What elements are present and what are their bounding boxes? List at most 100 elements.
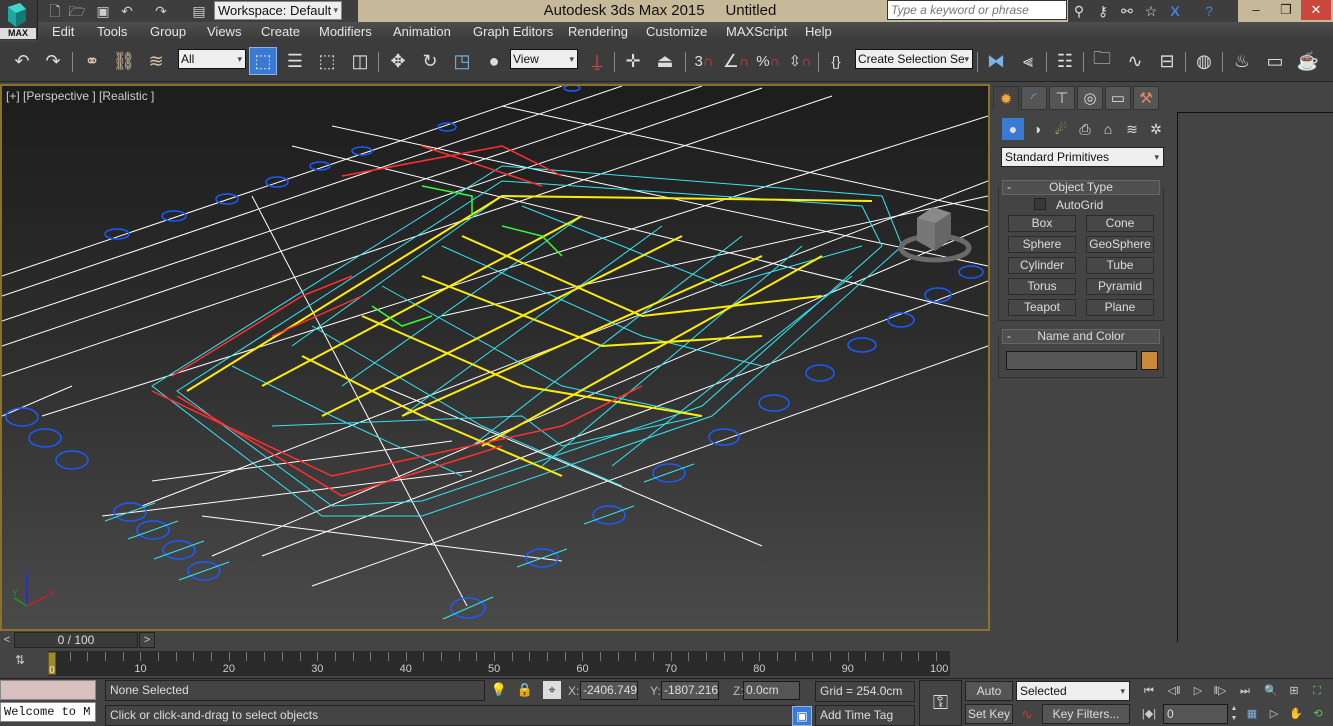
key-filters-button[interactable]: Key Filters...	[1042, 704, 1130, 724]
systems-category-icon[interactable]: ✲	[1145, 118, 1167, 140]
mirror-icon[interactable]: ⧓	[982, 47, 1010, 75]
y-coordinate-field[interactable]: -1807.216c	[661, 681, 719, 700]
menu-tools[interactable]: Tools	[97, 24, 127, 40]
unlink-selection-icon[interactable]: ⛓	[110, 47, 138, 75]
time-slider-thumb[interactable]: 0 / 100	[14, 632, 138, 648]
menu-animation[interactable]: Animation	[393, 24, 451, 40]
absolute-mode-transform-icon[interactable]: ⌖	[543, 681, 561, 699]
auto-key-button[interactable]: Auto Key	[965, 681, 1013, 716]
add-time-tag-button[interactable]: Add Time Tag	[815, 705, 915, 726]
orbit-icon[interactable]: ⟲	[1307, 705, 1329, 723]
align-icon[interactable]: ⫷	[1014, 47, 1042, 75]
viewcube[interactable]	[897, 201, 973, 270]
snaps-toggle-icon[interactable]: 3 ∩	[690, 47, 718, 75]
menu-modifiers[interactable]: Modifiers	[319, 24, 372, 40]
scene-explorer-icon[interactable]: 🗀	[1088, 47, 1116, 75]
object-type-rollout-header[interactable]: - Object Type	[1002, 180, 1160, 195]
next-frame-button[interactable]: >	[139, 632, 155, 648]
zoom-all-icon[interactable]: ⊞	[1283, 682, 1305, 700]
spinner-snap-icon[interactable]: ⇳ ∩	[786, 47, 814, 75]
geosphere-button[interactable]: GeoSphere	[1086, 236, 1154, 253]
key-selection-set-dropdown[interactable]: Selected ▾	[1016, 681, 1130, 701]
field-of-view-icon[interactable]: ▷	[1263, 705, 1285, 723]
shapes-category-icon[interactable]: ◑	[1026, 118, 1048, 140]
zoom-extents-icon[interactable]: ⛶	[1306, 682, 1328, 700]
pan-view-icon[interactable]: ✋	[1285, 705, 1307, 723]
percent-snap-icon[interactable]: % ∩	[754, 47, 782, 75]
autodesk-exchange-icon[interactable]: X	[1166, 2, 1184, 20]
current-frame-marker[interactable]: 0	[48, 652, 56, 676]
minimize-button[interactable]: –	[1241, 0, 1271, 20]
cameras-category-icon[interactable]: ⎙	[1074, 118, 1096, 140]
rendered-frame-window-icon[interactable]: ▭	[1261, 47, 1289, 75]
isolate-lightbulb-icon[interactable]: 💡	[490, 681, 508, 699]
key-icon[interactable]: ⚷	[1094, 2, 1112, 20]
undo-icon[interactable]: ↶	[118, 2, 136, 20]
rectangular-selection-icon[interactable]: ⬚	[313, 47, 341, 75]
workspace-dropdown[interactable]: Workspace: Default ▾	[214, 1, 342, 20]
modify-tab[interactable]: ◜	[1021, 86, 1047, 110]
project-folder-icon[interactable]: ▤	[190, 2, 208, 20]
adaptive-degradation-icon[interactable]: ▣	[792, 706, 812, 726]
close-button[interactable]: ✕	[1301, 0, 1331, 20]
select-and-move-icon[interactable]: ✥	[384, 47, 412, 75]
edit-named-selection-icon[interactable]: {}	[822, 47, 850, 75]
open-file-icon[interactable]: 🗁	[68, 2, 86, 20]
satellite-icon[interactable]: ⚯	[1118, 2, 1136, 20]
maxscript-listener-input[interactable]: Welcome to M	[0, 702, 96, 722]
help-icon[interactable]: ?	[1200, 2, 1218, 20]
utilities-tab[interactable]: ⚒	[1133, 86, 1159, 110]
menu-graph-editors[interactable]: Graph Editors	[473, 24, 553, 40]
new-file-icon[interactable]: 🗋	[46, 2, 64, 20]
selection-lock-icon[interactable]: 🔒	[516, 681, 534, 699]
pyramid-button[interactable]: Pyramid	[1086, 278, 1154, 295]
redo-icon[interactable]: ↷	[39, 47, 67, 75]
set-key-button[interactable]: Set Key	[965, 704, 1013, 724]
default-in-out-tangents-icon[interactable]: ∿	[1016, 704, 1038, 724]
material-editor-icon[interactable]: ◍	[1190, 47, 1218, 75]
named-selection-sets-dropdown[interactable]: Create Selection Se ▾	[855, 49, 973, 69]
autogrid-checkbox[interactable]	[1034, 198, 1046, 210]
application-menu-button[interactable]: MAX	[0, 0, 38, 40]
search-input[interactable]	[887, 0, 1067, 20]
menu-maxscript[interactable]: MAXScript	[726, 24, 787, 40]
layer-explorer-icon[interactable]: ☷	[1051, 47, 1079, 75]
menu-views[interactable]: Views	[207, 24, 241, 40]
menu-rendering[interactable]: Rendering	[568, 24, 628, 40]
tube-button[interactable]: Tube	[1086, 257, 1154, 274]
schematic-view-icon[interactable]: ⊟	[1153, 47, 1181, 75]
go-to-end-icon[interactable]: ⏭	[1234, 682, 1256, 700]
box-button[interactable]: Box	[1008, 215, 1076, 232]
lights-category-icon[interactable]: ☄	[1050, 118, 1072, 140]
undo-icon[interactable]: ↶	[8, 47, 36, 75]
z-coordinate-field[interactable]: 0.0cm	[743, 681, 800, 700]
cone-button[interactable]: Cone	[1086, 215, 1154, 232]
select-object-button[interactable]: ⬚	[249, 47, 277, 75]
angle-snap-icon[interactable]: ∠ ∩	[722, 47, 750, 75]
menu-edit[interactable]: Edit	[52, 24, 74, 40]
star-icon[interactable]: ☆	[1142, 2, 1160, 20]
redo-icon[interactable]: ↷	[152, 2, 170, 20]
hierarchy-tab[interactable]: ⊤	[1049, 86, 1075, 110]
object-name-field[interactable]	[1006, 351, 1137, 370]
keyboard-shortcut-override-icon[interactable]: ⏏	[651, 47, 679, 75]
key-mode-toggle-icon[interactable]: |◆|	[1138, 705, 1160, 723]
menu-create[interactable]: Create	[261, 24, 300, 40]
select-and-place-icon[interactable]: ●	[480, 47, 508, 75]
set-key-mode-icon[interactable]: ⚿	[919, 680, 962, 726]
menu-group[interactable]: Group	[150, 24, 186, 40]
cylinder-button[interactable]: Cylinder	[1008, 257, 1076, 274]
next-frame-icon[interactable]: ‖▷	[1209, 682, 1231, 700]
render-setup-icon[interactable]: ♨	[1228, 47, 1256, 75]
helpers-category-icon[interactable]: ⌂	[1097, 118, 1119, 140]
frame-spinner[interactable]: ▲ ▼	[1229, 704, 1239, 724]
motion-tab[interactable]: ◎	[1077, 86, 1103, 110]
select-and-link-icon[interactable]: ⚭	[78, 47, 106, 75]
name-and-color-rollout-header[interactable]: - Name and Color	[1002, 329, 1160, 344]
play-icon[interactable]: ▷	[1187, 682, 1209, 700]
zoom-icon[interactable]: 🔍	[1260, 682, 1282, 700]
binoculars-icon[interactable]: ⚲	[1070, 2, 1088, 20]
previous-frame-button[interactable]: <	[0, 632, 14, 648]
primitive-type-dropdown[interactable]: Standard Primitives ▾	[1001, 147, 1164, 167]
go-to-start-icon[interactable]: ⏮	[1138, 682, 1160, 700]
